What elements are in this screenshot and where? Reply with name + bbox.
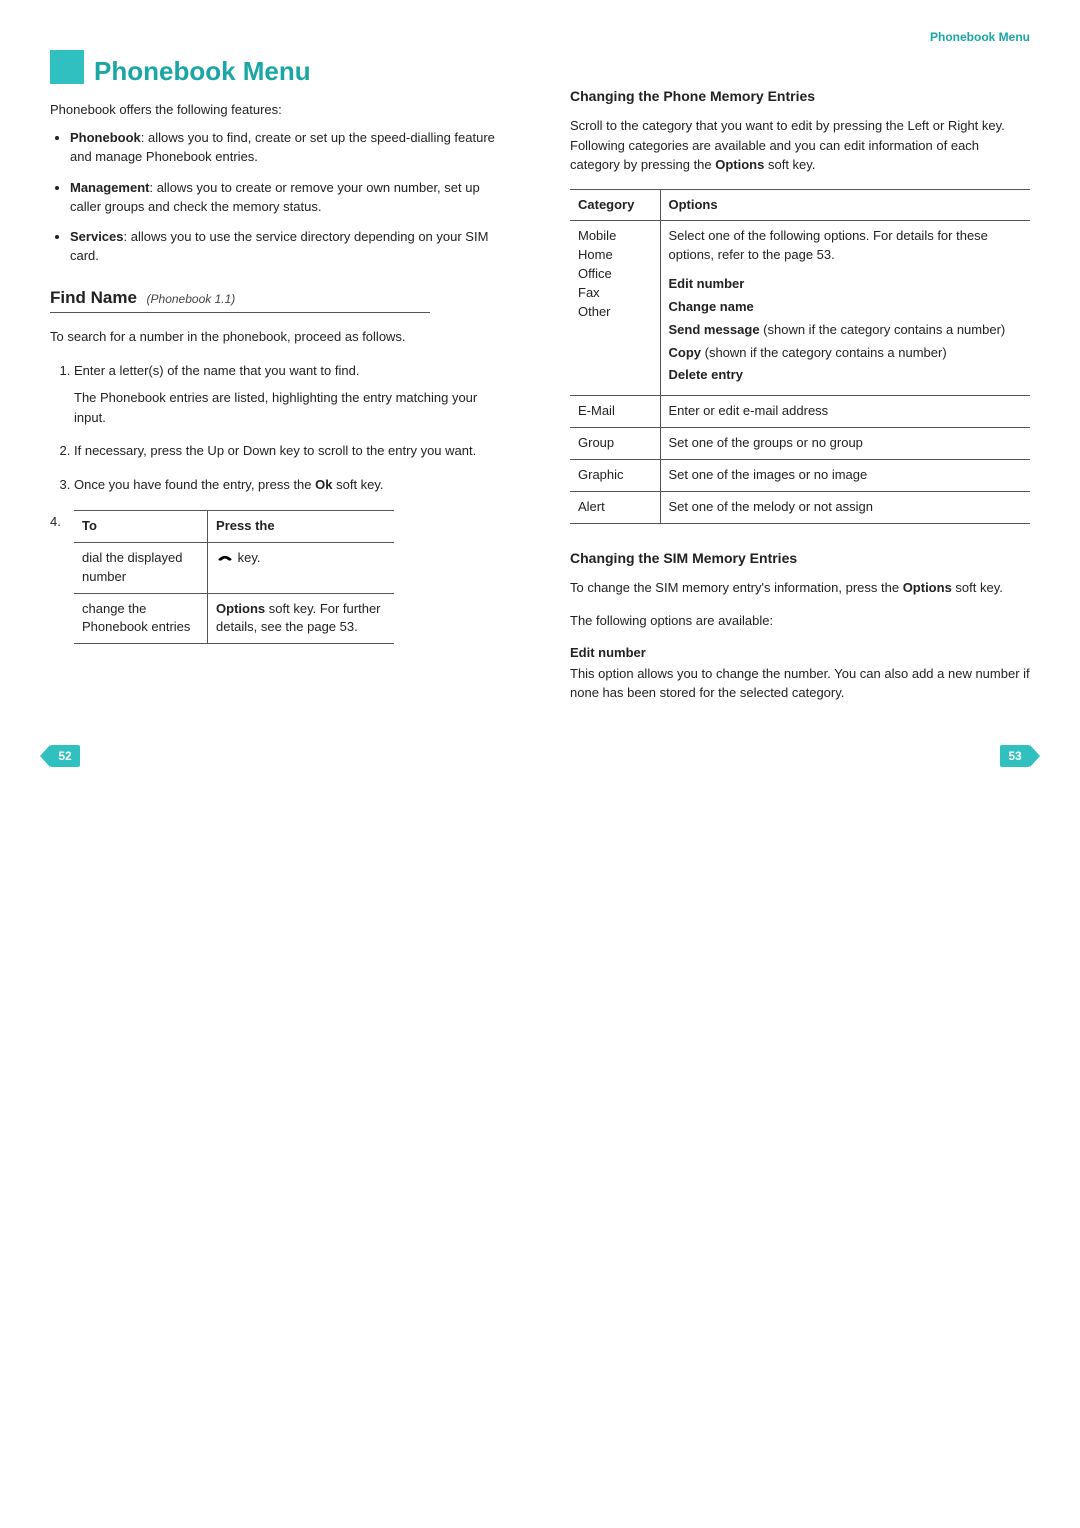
bullet-services: Services: allows you to use the service … — [70, 228, 510, 266]
section-ref: (Phonebook 1.1) — [147, 292, 236, 306]
cat-row-graphic: Graphic Set one of the images or no imag… — [570, 459, 1030, 491]
right-heading-1: Changing the Phone Memory Entries — [570, 88, 1030, 104]
action-table: To Press the dial the displayed number k… — [74, 510, 394, 644]
step-1: Enter a letter(s) of the name that you w… — [74, 361, 510, 428]
footer: 52 53 — [50, 745, 1030, 767]
step-4-num: 4. — [50, 508, 74, 644]
th-to: To — [74, 511, 208, 543]
right-p2: To change the SIM memory entry's informa… — [570, 578, 1030, 598]
step-4: 4. To Press the dial the displayed numbe… — [50, 508, 510, 644]
cat-row-numbers: Mobile Home Office Fax Other Select one … — [570, 221, 1030, 396]
title-square-icon — [50, 50, 84, 84]
section-rule — [50, 312, 430, 313]
page-number-left: 52 — [50, 745, 80, 767]
bullet-management: Management: allows you to create or remo… — [70, 179, 510, 217]
left-column: Phonebook Menu Phonebook offers the foll… — [50, 50, 510, 717]
section-intro: To search for a number in the phonebook,… — [50, 327, 510, 347]
step-2: If necessary, press the Up or Down key t… — [74, 441, 510, 461]
steps-list: Enter a letter(s) of the name that you w… — [50, 361, 510, 495]
cat-row-email: E-Mail Enter or edit e-mail address — [570, 396, 1030, 428]
intro-text: Phonebook offers the following features: — [50, 102, 510, 117]
header-tag: Phonebook Menu — [930, 30, 1030, 44]
th-options: Options — [660, 189, 1030, 221]
step-3: Once you have found the entry, press the… — [74, 475, 510, 495]
step-1-sub: The Phonebook entries are listed, highli… — [74, 388, 510, 427]
section-name: Find Name — [50, 288, 137, 307]
action-row-change: change the Phonebook entries Options sof… — [74, 593, 394, 644]
section-heading: Find Name (Phonebook 1.1) — [50, 288, 510, 308]
call-key-icon — [216, 551, 234, 565]
edit-number-body: This option allows you to change the num… — [570, 664, 1030, 703]
bullet-phonebook: Phonebook: allows you to find, create or… — [70, 129, 510, 167]
page-title: Phonebook Menu — [94, 58, 311, 84]
action-row-dial: dial the displayed number key. — [74, 542, 394, 593]
th-category: Category — [570, 189, 660, 221]
page-number-right: 53 — [1000, 745, 1030, 767]
category-table: Category Options Mobile Home Office Fax … — [570, 189, 1030, 524]
right-heading-2: Changing the SIM Memory Entries — [570, 550, 1030, 566]
cat-row-group: Group Set one of the groups or no group — [570, 428, 1030, 460]
right-column: Changing the Phone Memory Entries Scroll… — [570, 50, 1030, 717]
right-p3: The following options are available: — [570, 611, 1030, 631]
th-press: Press the — [208, 511, 394, 543]
page-spread: Phonebook Menu Phonebook offers the foll… — [50, 50, 1030, 717]
feature-bullets: Phonebook: allows you to find, create or… — [50, 129, 510, 266]
right-p1: Scroll to the category that you want to … — [570, 116, 1030, 175]
edit-number-subhead: Edit number — [570, 645, 1030, 660]
title-block: Phonebook Menu — [50, 50, 510, 84]
cat-row-alert: Alert Set one of the melody or not assig… — [570, 491, 1030, 523]
